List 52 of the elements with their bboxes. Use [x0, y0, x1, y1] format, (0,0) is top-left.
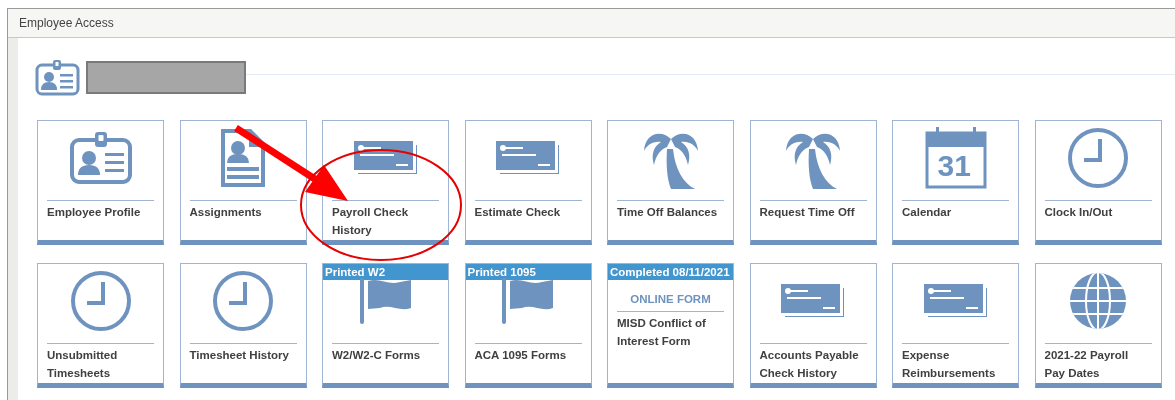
document-person-icon [219, 126, 267, 189]
tile-label: Estimate Check [474, 205, 562, 220]
menu-tile[interactable]: Accounts Payable Check History [749, 263, 877, 388]
menu-tile[interactable]: Unsubmitted Timesheets [37, 263, 164, 388]
menu-tile[interactable]: Timesheet History [179, 263, 307, 388]
flag-icon [359, 277, 412, 324]
id-card-icon [68, 130, 133, 185]
menu-tile[interactable]: 2021-22 Payroll Pay Dates [1034, 263, 1162, 388]
tile-label: Timesheet History [189, 348, 290, 363]
clock-icon [69, 269, 132, 332]
tile-label: Calendar [902, 205, 953, 220]
tile-label: MISD Conflict of Interest Form [617, 316, 707, 349]
check-icon [496, 140, 560, 175]
status-badge: Printed W2 [323, 264, 448, 280]
menu-tile[interactable]: Expense Reimbursements [892, 263, 1019, 388]
form-type-label: ONLINE FORM [630, 293, 711, 305]
clock-icon [1067, 126, 1129, 189]
check-icon [781, 283, 845, 318]
tile-label: Request Time Off [759, 205, 856, 220]
calendar-day-number: 31 [937, 149, 971, 182]
check-icon [353, 140, 418, 175]
menu-tile[interactable]: Completed 08/11/2021 ONLINE FORM MISD Conflict of Interest Form [607, 263, 734, 388]
tile-label: ACA 1095 Forms [474, 348, 568, 363]
window-title: Employee Access [19, 15, 114, 32]
flag-icon [502, 277, 554, 324]
tile-label: Time Off Balances [617, 205, 719, 220]
calendar-icon [924, 126, 987, 189]
tile-label: Assignments [189, 205, 263, 220]
menu-tile[interactable]: Estimate Check [464, 120, 592, 245]
menu-tile[interactable]: Printed W2 W2/W2-C Forms [322, 263, 449, 388]
menu-tile[interactable]: Request Time Off [749, 120, 877, 245]
menu-tile[interactable]: Printed 1095 ACA 1095 Forms [464, 263, 592, 388]
clock-icon [212, 269, 274, 332]
tile-label: Employee Profile [47, 205, 142, 220]
tile-label: 2021-22 Payroll Pay Dates [1044, 348, 1130, 381]
tile-label: Expense Reimbursements [902, 348, 997, 381]
id-card-icon [35, 58, 80, 96]
tile-label: Clock In/Out [1044, 205, 1114, 220]
tile-label: Unsubmitted Timesheets [47, 348, 119, 381]
globe-icon [1069, 271, 1127, 330]
menu-tile[interactable]: Employee Profile [37, 120, 164, 245]
tile-label: Accounts Payable Check History [759, 348, 860, 381]
status-badge: Completed 08/11/2021 [608, 264, 733, 280]
menu-tile[interactable]: 31 Calendar [892, 120, 1019, 245]
menu-tile[interactable]: Assignments [179, 120, 307, 245]
menu-tile[interactable]: Time Off Balances [607, 120, 734, 245]
tile-label: W2/W2-C Forms [332, 348, 422, 363]
tile-label: Payroll Check History [332, 205, 410, 238]
status-badge: Printed 1095 [465, 264, 591, 280]
menu-tile[interactable]: Payroll Check History [322, 120, 449, 245]
menu-tile[interactable]: Clock In/Out [1034, 120, 1162, 245]
check-icon [923, 283, 988, 318]
